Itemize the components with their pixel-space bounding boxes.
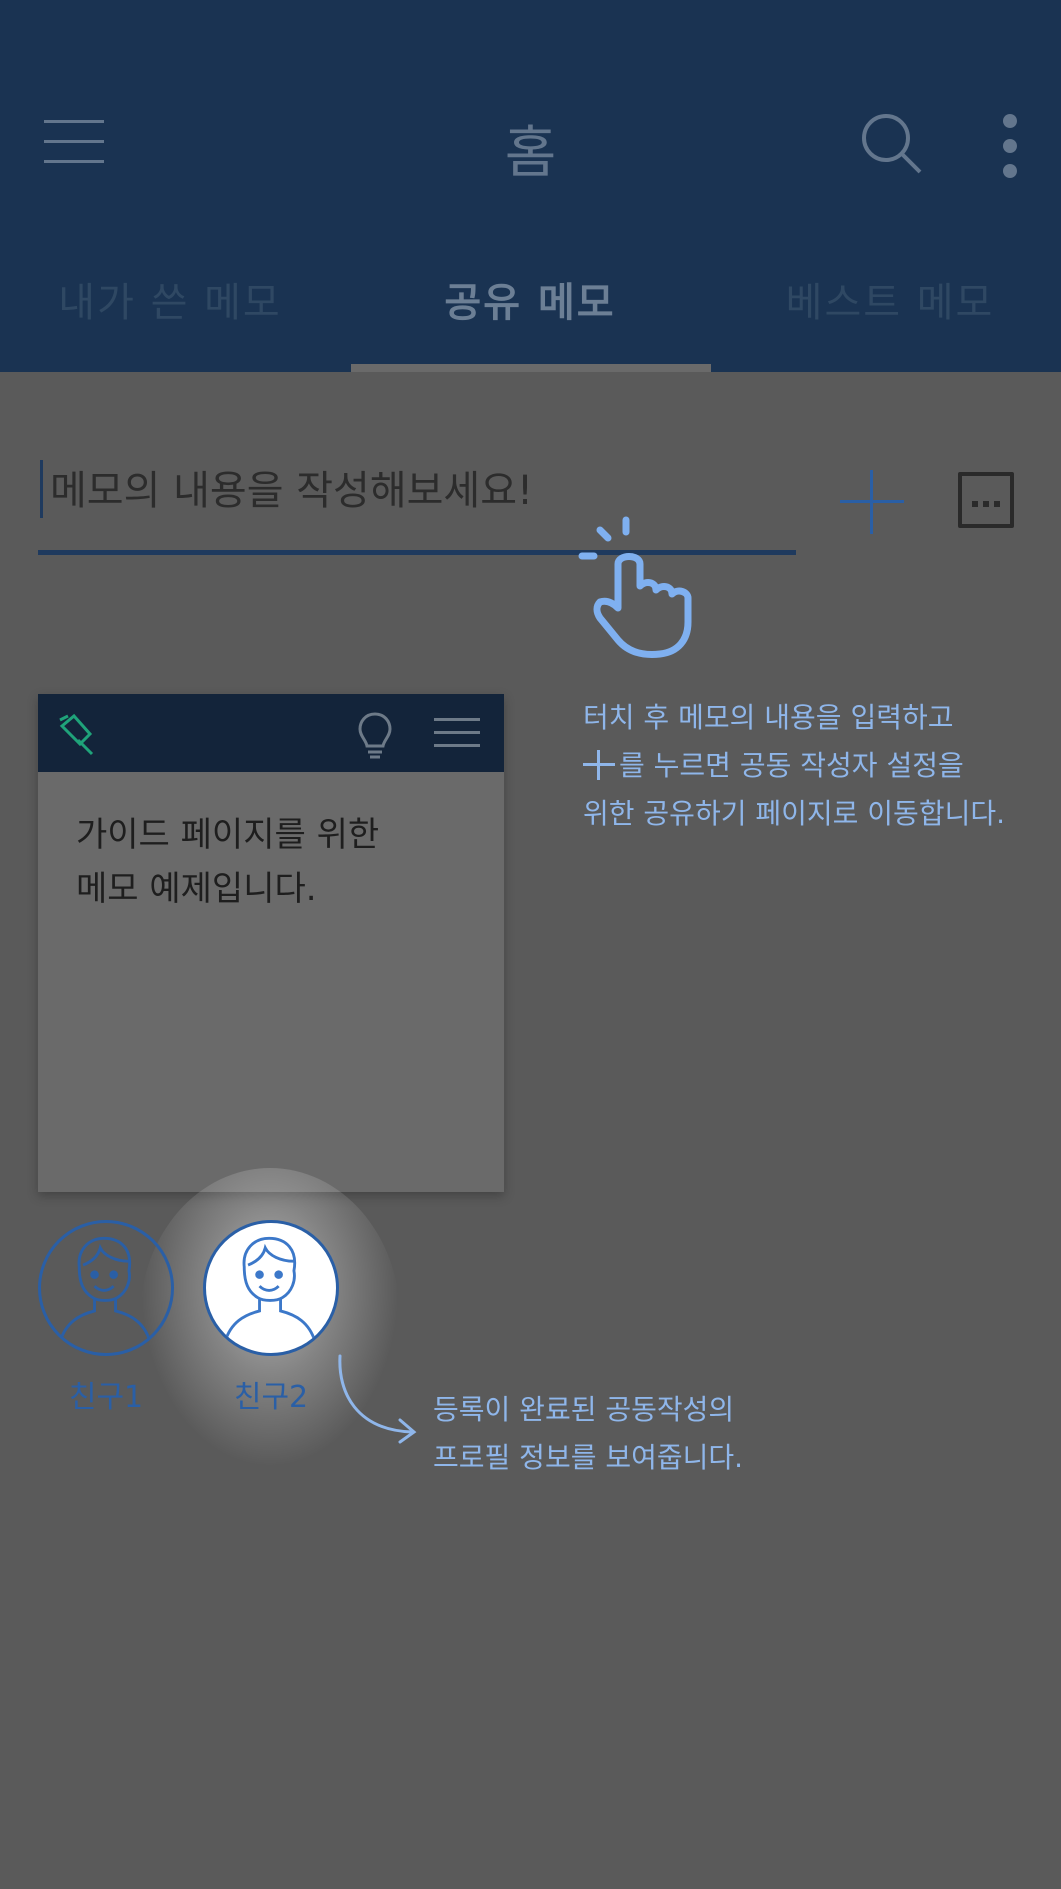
input-guide-line3: 위한 공유하기 페이지로 이동합니다. — [583, 797, 1006, 830]
input-guide-line2: 를 누르면 공동 작성자 설정을 — [619, 749, 964, 782]
tab-shared-memo[interactable]: 공유 메모 — [350, 270, 710, 328]
memo-card-header — [38, 694, 504, 772]
friend-avatar-2[interactable]: 친구2 — [201, 1220, 341, 1416]
tab-my-memo[interactable]: 내가 쓴 메모 — [0, 270, 350, 328]
plus-icon — [583, 750, 615, 780]
bulb-icon[interactable] — [356, 710, 394, 760]
card-menu-icon[interactable] — [434, 718, 482, 748]
person-icon — [223, 1236, 317, 1342]
app-bar: 홈 내가 쓴 메모 공유 메모 베스트 메모 — [0, 0, 1061, 372]
avatar — [203, 1220, 339, 1356]
pin-icon[interactable] — [52, 708, 102, 758]
tab-indicator — [351, 364, 711, 372]
avatar — [38, 1220, 174, 1356]
dots-box-icon[interactable] — [958, 472, 1014, 528]
friend-name-2: 친구2 — [233, 1380, 309, 1415]
friend-avatar-1[interactable]: 친구1 — [36, 1220, 176, 1416]
input-guide-line2-wrap: 를 누르면 공동 작성자 설정을 — [583, 742, 1005, 790]
input-guide-text: 터치 후 메모의 내용을 입력하고 를 누르면 공동 작성자 설정을 위한 공유… — [583, 694, 1005, 838]
input-guide-line1: 터치 후 메모의 내용을 입력하고 — [583, 701, 954, 734]
more-vert-icon[interactable] — [998, 110, 1024, 182]
touch-hand-icon — [578, 516, 692, 658]
curved-arrow-icon — [338, 1354, 417, 1444]
tab-best-memo[interactable]: 베스트 메모 — [710, 270, 1061, 328]
memo-card-text: 가이드 페이지를 위한 메모 예제입니다. — [76, 815, 380, 909]
memo-card[interactable]: 가이드 페이지를 위한 메모 예제입니다. — [38, 694, 504, 1192]
friends-guide-text: 등록이 완료된 공동작성의 프로필 정보를 보여줍니다. — [433, 1386, 743, 1482]
memo-input-placeholder: 메모의 내용을 작성해보세요! — [50, 468, 534, 514]
friend-name-1: 친구1 — [68, 1380, 144, 1415]
search-icon[interactable] — [858, 110, 928, 180]
person-icon — [58, 1236, 152, 1342]
friends-guide-line1: 등록이 완료된 공동작성의 — [433, 1393, 735, 1426]
text-caret — [40, 460, 43, 518]
plus-icon[interactable] — [840, 470, 904, 534]
friends-guide-line2: 프로필 정보를 보여줍니다. — [433, 1441, 744, 1474]
